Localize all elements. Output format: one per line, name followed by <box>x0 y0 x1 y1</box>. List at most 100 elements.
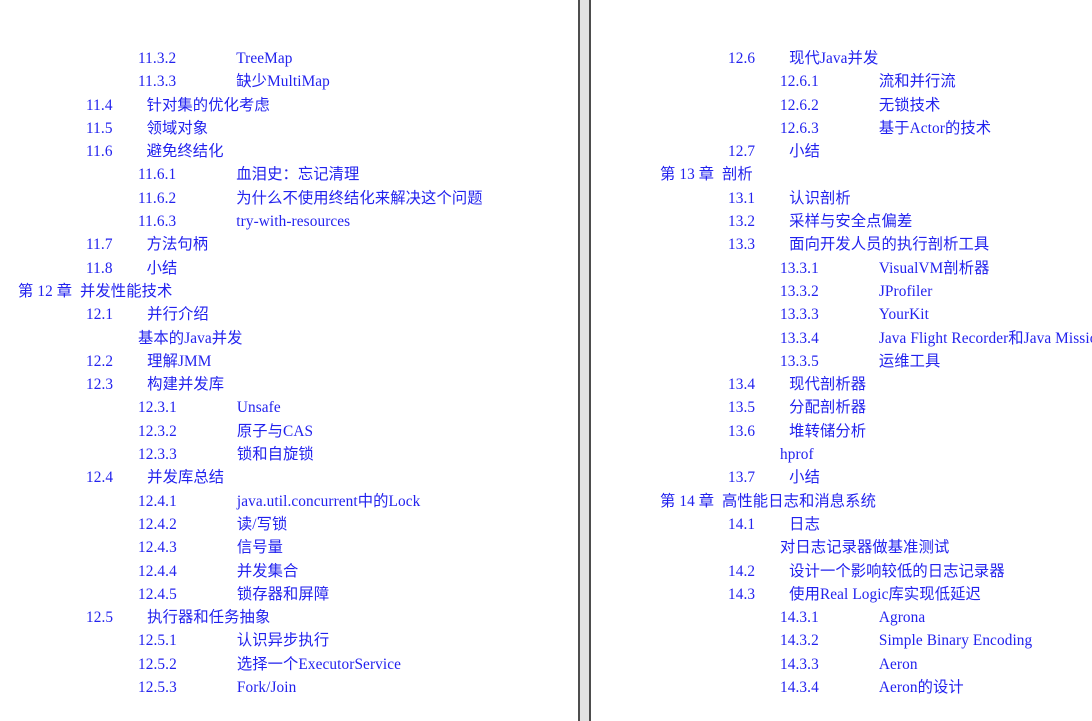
toc-entry-number: 13.3.2 <box>780 282 819 300</box>
toc-entry-number: 11.7 <box>86 236 113 254</box>
toc-entry-number: 12.6.2 <box>780 96 819 114</box>
toc-entry[interactable]: 12.7 小结 <box>591 140 1092 163</box>
toc-entry[interactable]: 13.3 面向开发人员的执行剖析工具 <box>591 233 1092 256</box>
toc-entry-title: 并行介绍 <box>147 306 209 324</box>
toc-entry[interactable]: 12.6 现代Java并发 <box>591 47 1092 70</box>
toc-entry-title: hprof <box>780 446 814 464</box>
toc-entry[interactable]: 13.4 现代剖析器 <box>591 373 1092 396</box>
toc-entry[interactable]: 基本的Java并发 <box>0 327 578 350</box>
toc-entry[interactable]: 12.5.3 Fork/Join <box>0 676 578 699</box>
toc-entry[interactable]: 13.5 分配剖析器 <box>591 396 1092 419</box>
toc-entry[interactable]: 11.6 避免终结化 <box>0 140 578 163</box>
toc-entry[interactable]: 12.3.3 锁和自旋锁 <box>0 443 578 466</box>
toc-entry[interactable]: 12.6.3 基于Actor的技术 <box>591 117 1092 140</box>
toc-entry[interactable]: 13.3.3 YourKit <box>591 303 1092 326</box>
toc-entry-number: 13.1 <box>728 189 756 207</box>
toc-entry[interactable]: 11.6.3 try-with-resources <box>0 210 578 233</box>
toc-entry[interactable]: 第 13 章剖析 <box>591 163 1092 186</box>
toc-entry-title: 小结 <box>789 469 820 487</box>
toc-entry-number: 12.3.1 <box>138 399 177 417</box>
toc-entry-title: Java Flight Recorder和Java Mission Contro… <box>878 329 1092 347</box>
toc-entry[interactable]: 11.8 小结 <box>0 257 578 280</box>
toc-entry[interactable]: 13.7 小结 <box>591 466 1092 489</box>
toc-entry-title: 理解JMM <box>147 352 212 370</box>
toc-entry-title: 避免终结化 <box>146 143 224 161</box>
toc-entry-number: 13.3.4 <box>780 329 819 347</box>
toc-entry-title: 基于Actor的技术 <box>878 119 992 137</box>
toc-entry[interactable]: 12.4 并发库总结 <box>0 466 578 489</box>
toc-entry[interactable]: 12.6.2 无锁技术 <box>591 94 1092 117</box>
toc-entry[interactable]: 13.3.1 VisualVM剖析器 <box>591 257 1092 280</box>
toc-entry-title: 现代剖析器 <box>789 376 867 394</box>
toc-entry-title: 小结 <box>789 143 820 161</box>
toc-entry-title: JProfiler <box>878 282 933 300</box>
toc-entry-number: 11.6 <box>86 143 113 161</box>
toc-entry-title: 信号量 <box>236 539 284 557</box>
toc-entry[interactable]: 12.5.2 选择一个ExecutorService <box>0 653 578 676</box>
toc-entry[interactable]: 对日志记录器做基准测试 <box>591 536 1092 559</box>
page-divider[interactable] <box>578 0 591 721</box>
toc-entry-title: 执行器和任务抽象 <box>147 609 271 627</box>
toc-entry-number: 11.6.3 <box>138 213 177 231</box>
toc-entry[interactable]: 13.1 认识剖析 <box>591 187 1092 210</box>
toc-entry-title: 小结 <box>146 259 178 277</box>
toc-page: 11.3.2 TreeMap 11.3.3 缺少MultiMap 11.4 针对集的优化考… <box>0 0 1092 721</box>
toc-entry[interactable]: 11.3.2 TreeMap <box>0 47 578 70</box>
toc-entry[interactable]: 14.3.2 Simple Binary Encoding <box>591 629 1092 652</box>
toc-entry[interactable]: 12.3.2 原子与CAS <box>0 420 578 443</box>
toc-entry[interactable]: 12.4.5 锁存器和屏障 <box>0 583 578 606</box>
toc-entry-title: 设计一个影响较低的日志记录器 <box>789 562 1005 580</box>
toc-entry[interactable]: 11.4 针对集的优化考虑 <box>0 94 578 117</box>
toc-entry[interactable]: 12.4.3 信号量 <box>0 536 578 559</box>
toc-entry[interactable]: 12.1 并行介绍 <box>0 303 578 326</box>
toc-entry[interactable]: 14.2 设计一个影响较低的日志记录器 <box>591 560 1092 583</box>
toc-entry-number: 12.2 <box>86 352 114 370</box>
toc-entry[interactable]: 11.3.3 缺少MultiMap <box>0 70 578 93</box>
toc-entry[interactable]: 14.3 使用Real Logic库实现低延迟 <box>591 583 1092 606</box>
toc-entry-title: 领域对象 <box>146 119 209 137</box>
toc-entry-title: 认识剖析 <box>789 189 851 207</box>
toc-entry-title: 血泪史：忘记清理 <box>236 166 360 184</box>
toc-entry-title: 原子与CAS <box>236 422 314 440</box>
toc-entry-title: 锁和自旋锁 <box>236 446 314 464</box>
toc-entry[interactable]: 12.4.1 java.util.concurrent中的Lock <box>0 490 578 513</box>
toc-entry[interactable]: 14.1 日志 <box>591 513 1092 536</box>
toc-entry[interactable]: 13.3.2 JProfiler <box>591 280 1092 303</box>
toc-entry[interactable]: 13.2 采样与安全点偏差 <box>591 210 1092 233</box>
toc-entry[interactable]: 11.5 领域对象 <box>0 117 578 140</box>
toc-entry-number: 13.3.1 <box>780 259 819 277</box>
toc-entry-number: 12.4.3 <box>138 539 177 557</box>
toc-entry[interactable]: 13.3.4 Java Flight Recorder和Java Mission … <box>591 327 1092 350</box>
toc-entry[interactable]: 14.3.4 Aeron的设计 <box>591 676 1092 699</box>
toc-entry-title: Aeron <box>878 655 918 673</box>
toc-entry[interactable]: 11.7 方法句柄 <box>0 233 578 256</box>
toc-entry[interactable]: 12.3.1 Unsafe <box>0 396 578 419</box>
toc-entry[interactable]: 12.4.4 并发集合 <box>0 560 578 583</box>
toc-entry[interactable]: 第 14 章高性能日志和消息系统 <box>591 490 1092 513</box>
toc-entry[interactable]: 13.6 堆转储分析 <box>591 420 1092 443</box>
toc-entry-title: Fork/Join <box>236 679 297 697</box>
toc-entry-number: 11.4 <box>86 96 113 114</box>
toc-entry[interactable]: 12.5 执行器和任务抽象 <box>0 606 578 629</box>
toc-entry[interactable]: 12.2 理解JMM <box>0 350 578 373</box>
toc-entry[interactable]: 14.3.3 Aeron <box>591 653 1092 676</box>
toc-entry[interactable]: 12.3 构建并发库 <box>0 373 578 396</box>
toc-entry[interactable]: 11.6.1 血泪史：忘记清理 <box>0 163 578 186</box>
toc-entry-title: java.util.concurrent中的Lock <box>236 492 421 510</box>
toc-entry-number: 第 13 章 <box>660 166 715 184</box>
toc-entry-title: 构建并发库 <box>147 376 225 394</box>
toc-entry[interactable]: hprof <box>591 443 1092 466</box>
toc-entry-number: 14.3.1 <box>780 609 819 627</box>
toc-entry-title: TreeMap <box>236 50 293 67</box>
toc-entry-title: 并发性能技术 <box>80 282 173 300</box>
toc-entry[interactable]: 12.6.1 流和并行流 <box>591 70 1092 93</box>
toc-entry-title: 堆转储分析 <box>789 422 867 440</box>
toc-entry[interactable]: 12.4.2 读/写锁 <box>0 513 578 536</box>
toc-entry[interactable]: 第 12 章并发性能技术 <box>0 280 578 303</box>
toc-entry[interactable]: 12.5.1 认识异步执行 <box>0 629 578 652</box>
toc-entry[interactable]: 13.3.5 运维工具 <box>591 350 1092 373</box>
toc-entry[interactable]: 11.6.2 为什么不使用终结化来解决这个问题 <box>0 187 578 210</box>
toc-entry[interactable]: 14.3.1 Agrona <box>591 606 1092 629</box>
toc-entry-number: 11.3.2 <box>138 50 177 67</box>
toc-column-right: 12.6 现代Java并发 12.6.1 流和并行流 12.6.2 无锁技术 12.6.3 基… <box>591 47 1092 699</box>
